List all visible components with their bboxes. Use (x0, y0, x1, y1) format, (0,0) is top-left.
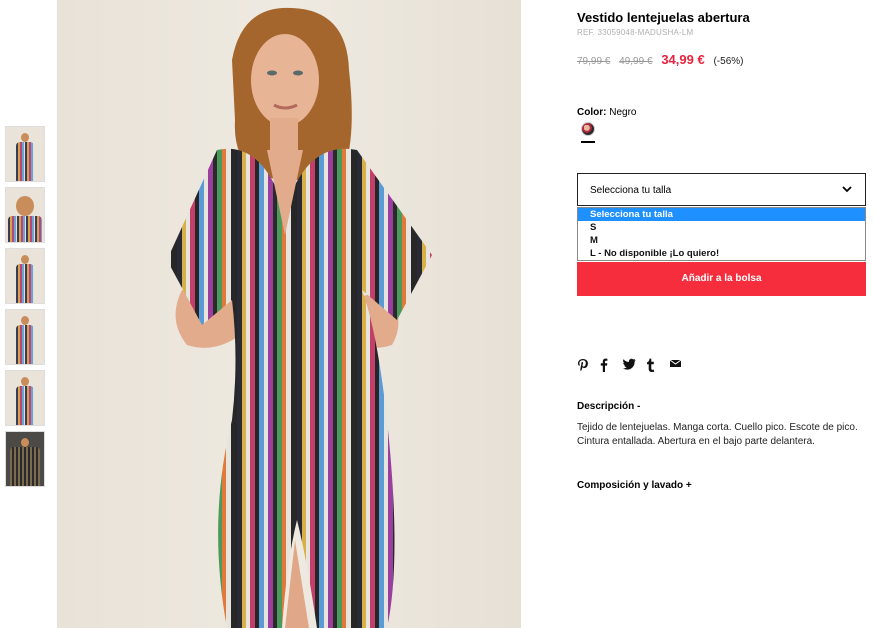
product-reference: REF. 33059048-MADUSHA-LM (577, 28, 694, 37)
size-option-s[interactable]: S (578, 221, 865, 234)
thumbnail-2[interactable] (5, 187, 45, 243)
size-select-value: Selecciona tu talla (590, 185, 672, 196)
color-value: Negro (609, 107, 637, 118)
size-options-list: Selecciona tu talla S M L - No disponibl… (577, 207, 866, 261)
color-swatch-selected-indicator (581, 141, 595, 143)
share-icons (577, 358, 682, 372)
facebook-icon[interactable] (600, 358, 613, 372)
thumbnail-5[interactable] (5, 370, 45, 426)
thumbnail-6[interactable] (5, 431, 45, 487)
size-option-m[interactable]: M (578, 234, 865, 247)
twitter-icon[interactable] (623, 358, 636, 372)
tumblr-icon[interactable] (646, 358, 659, 372)
thumbnail-list (5, 126, 45, 492)
thumbnail-3[interactable] (5, 248, 45, 304)
add-to-bag-button[interactable]: Añadir a la bolsa (577, 262, 866, 296)
chevron-down-icon (842, 186, 852, 193)
size-option-placeholder[interactable]: Selecciona tu talla (578, 208, 865, 221)
model-illustration (167, 7, 432, 628)
color-label-key: Color: (577, 107, 607, 118)
composition-heading[interactable]: Composición y lavado + (577, 480, 692, 491)
pinterest-icon[interactable] (577, 358, 590, 372)
mail-icon[interactable] (669, 358, 682, 372)
discount-badge: (-56%) (713, 56, 744, 67)
color-label: Color: Negro (577, 107, 636, 118)
previous-price: 49,99 € (619, 56, 653, 67)
sale-price: 34,99 € (661, 52, 705, 67)
description-heading[interactable]: Descripción - (577, 401, 640, 412)
color-swatch-negro[interactable] (581, 122, 595, 136)
size-select[interactable]: Selecciona tu talla (577, 173, 866, 206)
original-price: 79,99 € (577, 56, 611, 67)
thumbnail-1[interactable] (5, 126, 45, 182)
product-title: Vestido lentejuelas abertura (577, 10, 750, 25)
thumbnail-4[interactable] (5, 309, 45, 365)
product-main-image (57, 0, 521, 628)
description-text: Tejido de lentejuelas. Manga corta. Cuel… (577, 422, 858, 447)
size-option-l[interactable]: L - No disponible ¡Lo quiero! (578, 247, 865, 260)
price-row: 79,99 € 49,99 € 34,99 € (-56%) (577, 52, 743, 67)
